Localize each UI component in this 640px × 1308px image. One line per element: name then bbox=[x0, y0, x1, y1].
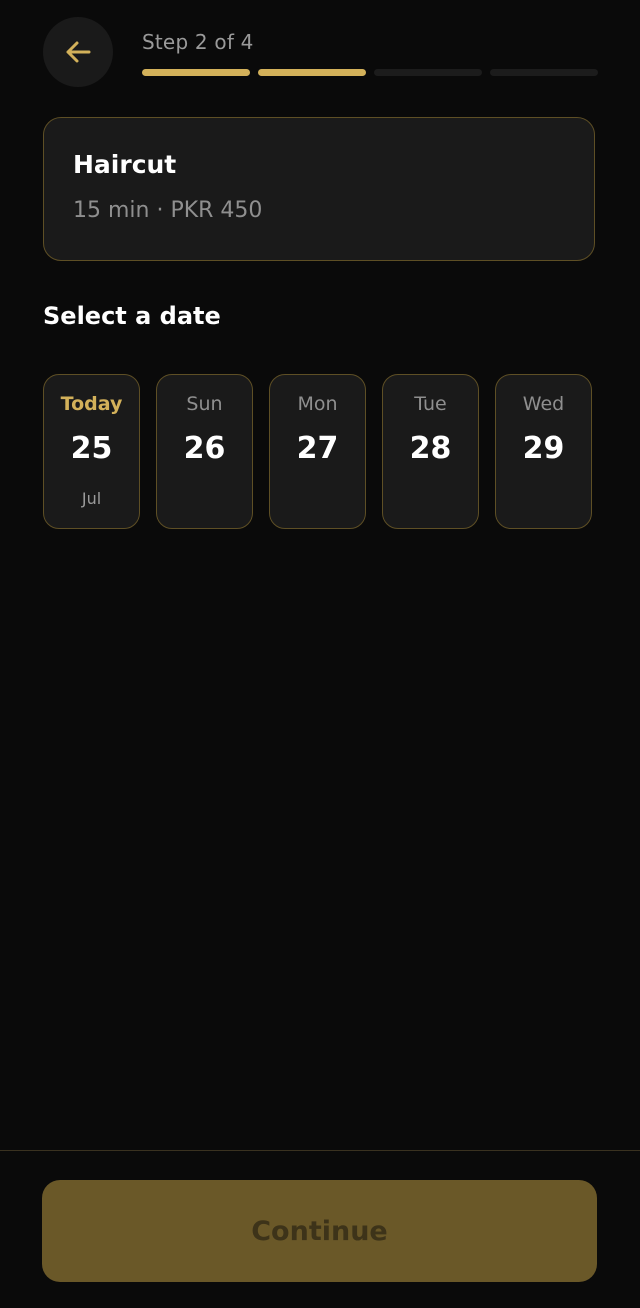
progress-segment-4 bbox=[490, 69, 598, 76]
date-card-sun[interactable]: Sun 26 bbox=[156, 374, 253, 529]
date-card-tue[interactable]: Tue 28 bbox=[382, 374, 479, 529]
date-month: Jul bbox=[81, 489, 102, 508]
date-card-mon[interactable]: Mon 27 bbox=[269, 374, 366, 529]
date-day: 26 bbox=[183, 431, 226, 466]
date-weekday: Today bbox=[60, 393, 123, 415]
date-day: 27 bbox=[296, 431, 339, 466]
date-picker: Today 25 Jul Sun 26 Mon 27 Tue 28 Wed 29 bbox=[43, 374, 592, 529]
service-summary-card: Haircut 15 min · PKR 450 bbox=[43, 117, 595, 261]
progress-segment-3 bbox=[374, 69, 482, 76]
date-weekday: Mon bbox=[297, 393, 338, 415]
date-weekday: Wed bbox=[522, 393, 565, 415]
back-button[interactable] bbox=[43, 17, 113, 87]
arrow-left-icon bbox=[63, 37, 93, 67]
step-indicator: Step 2 of 4 bbox=[142, 30, 254, 54]
date-card-wed[interactable]: Wed 29 bbox=[495, 374, 592, 529]
service-name: Haircut bbox=[73, 150, 177, 179]
continue-button[interactable]: Continue bbox=[42, 1180, 597, 1282]
date-weekday: Tue bbox=[414, 393, 447, 415]
footer-divider bbox=[0, 1150, 640, 1151]
date-day: 25 bbox=[70, 431, 113, 466]
section-title: Select a date bbox=[43, 302, 221, 330]
date-day: 28 bbox=[409, 431, 452, 466]
date-day: 29 bbox=[522, 431, 565, 466]
date-card-today[interactable]: Today 25 Jul bbox=[43, 374, 140, 529]
progress-segment-2 bbox=[258, 69, 366, 76]
service-meta: 15 min · PKR 450 bbox=[73, 198, 263, 223]
progress-bar bbox=[142, 69, 598, 77]
progress-segment-1 bbox=[142, 69, 250, 76]
date-weekday: Sun bbox=[186, 393, 223, 415]
